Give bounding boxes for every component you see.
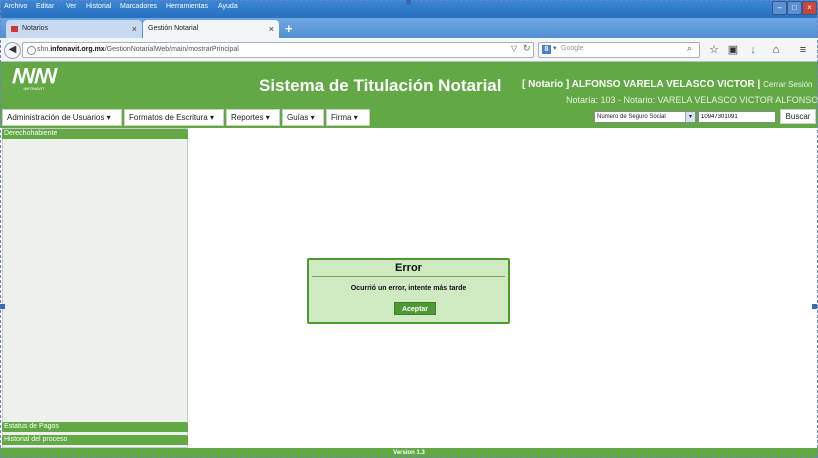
url-path: /GestionNotarialWeb/main/mostrarPrincipa…	[104, 46, 239, 53]
menu-administracion-usuarios[interactable]: Administración de Usuarios ▾	[2, 109, 122, 126]
tab-label: Gestión Notarial	[148, 25, 199, 32]
dropdown-arrow-icon[interactable]: ▽	[511, 44, 517, 53]
url-bar[interactable]: shn.infonavit.org.mx/GestionNotarialWeb/…	[22, 42, 534, 58]
select-arrow-icon: ▾	[685, 112, 695, 122]
close-window-button[interactable]: ×	[802, 1, 817, 15]
download-icon[interactable]: ↓	[745, 42, 761, 58]
browser-menu-marcadores[interactable]: Marcadores	[120, 3, 157, 10]
menu-label: Firma	[331, 113, 352, 122]
caret-down-icon: ▾	[106, 113, 111, 122]
footer-version: Version 1.3	[0, 448, 818, 458]
menu-label: Reportes	[231, 113, 264, 122]
tab-notarios[interactable]: Notarios ×	[6, 20, 142, 38]
menu-label: Formatos de Escritura	[129, 113, 208, 122]
clipboard-icon[interactable]: ▣	[725, 42, 741, 58]
caret-down-icon: ▾	[209, 113, 214, 122]
notaria-info: Notaría: 103 - Notario: VARELA VELASCO V…	[566, 95, 818, 105]
menu-reportes[interactable]: Reportes ▾	[226, 109, 280, 126]
tab-label: Notarios	[22, 25, 49, 32]
maximize-button[interactable]: □	[787, 1, 802, 15]
search-type-select[interactable]: Número de Seguro Social ▾	[594, 111, 696, 123]
dialog-title: Error	[395, 262, 422, 274]
caret-down-icon: ▾	[353, 113, 358, 122]
tab-strip: Notarios × Gestión Notarial × +	[0, 18, 818, 38]
logo-icon: ꟿꟿ	[12, 66, 58, 88]
menu-hamburger-icon[interactable]: ≡	[795, 42, 811, 58]
menu-label: Guías	[287, 113, 309, 122]
infonavit-logo: ꟿꟿ INFONAVIT	[12, 66, 58, 98]
search-input[interactable]	[698, 111, 776, 123]
search-engine-placeholder: Google	[561, 45, 584, 52]
error-dialog: Error Ocurrió un error, intente más tard…	[307, 258, 510, 324]
menu-guias[interactable]: Guías ▾	[282, 109, 324, 126]
dialog-separator	[312, 276, 505, 277]
sidebar-panel-estatus-pagos[interactable]: Estatus de Pagos	[2, 422, 188, 432]
globe-icon	[27, 46, 36, 55]
close-tab-icon[interactable]: ×	[132, 20, 137, 38]
favicon-icon	[11, 26, 18, 32]
reload-icon[interactable]: ↻	[523, 43, 531, 54]
menu-firma[interactable]: Firma ▾	[326, 109, 370, 126]
search-engine-box[interactable]: 8 ▾ Google ⌕	[538, 42, 700, 58]
google-icon: 8	[542, 45, 551, 54]
search-engine-arrow-icon[interactable]: ▾	[553, 44, 557, 52]
logout-link[interactable]: Cerrar Sesión	[763, 80, 812, 89]
sidebar-panel-derechohabiente[interactable]: Derechohabiente	[2, 129, 188, 139]
minimize-button[interactable]: –	[772, 1, 787, 15]
sidebar-panel-historial[interactable]: Historial del proceso	[2, 435, 188, 445]
menu-formatos-escritura[interactable]: Formatos de Escritura ▾	[124, 109, 224, 126]
home-icon[interactable]: ⌂	[768, 42, 784, 58]
browser-menu-herramientas[interactable]: Herramientas	[166, 3, 208, 10]
user-name: [ Notario ] ALFONSO VARELA VELASCO VICTO…	[522, 79, 761, 90]
magnifier-icon[interactable]: ⌕	[687, 43, 692, 54]
caret-down-icon: ▾	[265, 113, 270, 122]
navigation-bar: ◀ shn.infonavit.org.mx/GestionNotarialWe…	[0, 38, 818, 62]
url-prefix: shn.	[37, 46, 51, 53]
back-arrow-icon[interactable]: ◀	[4, 42, 21, 59]
dialog-message: Ocurrió un error, intente más tarde	[350, 285, 467, 292]
search-type-value: Número de Seguro Social	[597, 114, 666, 120]
app-header: ꟿꟿ INFONAVIT Sistema de Titulación Notar…	[0, 62, 818, 108]
search-button[interactable]: Buscar	[780, 109, 816, 124]
resize-handle	[0, 304, 5, 309]
sidebar	[2, 128, 188, 448]
browser-menu-ayuda[interactable]: Ayuda	[218, 3, 238, 10]
browser-menu-archivo[interactable]: Archivo	[4, 3, 27, 10]
browser-menu-historial[interactable]: Historial	[86, 3, 111, 10]
accept-button[interactable]: Aceptar	[394, 302, 436, 315]
menu-label: Administración de Usuarios	[7, 113, 105, 122]
resize-handle	[812, 304, 817, 309]
browser-menu-ver[interactable]: Ver	[66, 3, 77, 10]
resize-handle	[406, 0, 411, 5]
page-title: Sistema de Titulación Notarial	[259, 76, 502, 95]
new-tab-button[interactable]: +	[285, 21, 293, 36]
caret-down-icon: ▾	[310, 113, 315, 122]
close-tab-icon[interactable]: ×	[269, 20, 274, 38]
browser-menu-editar[interactable]: Editar	[36, 3, 54, 10]
tab-gestion-notarial[interactable]: Gestión Notarial ×	[143, 20, 279, 38]
url-host: infonavit.org.mx	[50, 46, 105, 53]
bookmark-star-icon[interactable]: ☆	[706, 42, 722, 58]
